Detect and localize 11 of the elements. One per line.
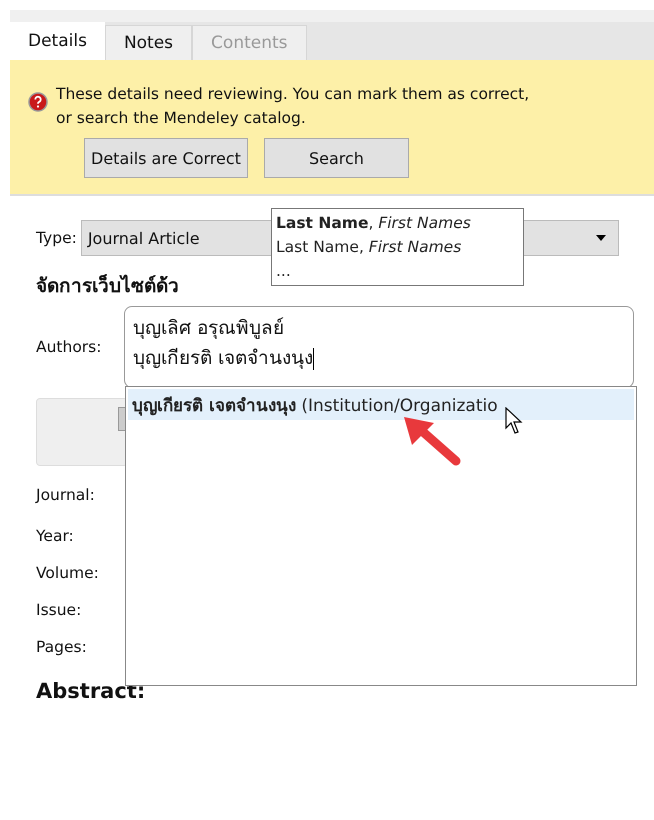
field-label: Journal: [36,486,95,504]
field-label: Year: [36,526,74,544]
field-label: Volume: [36,564,99,582]
document-title: จัดการเว็บไซต์ด้ว [36,275,179,297]
type-label: Type: [36,229,77,247]
authors-label: Authors: [36,338,102,356]
field-label: Pages: [36,638,87,656]
abstract-heading: Abstract: [36,679,146,703]
name-format-tooltip: Last Name, First Names Last Name, First Names ... [271,208,524,286]
field-label: Issue: [36,600,82,618]
review-message: These details need reviewing. You can mark them as correct, or search the Mendeley catalog. [56,84,530,129]
